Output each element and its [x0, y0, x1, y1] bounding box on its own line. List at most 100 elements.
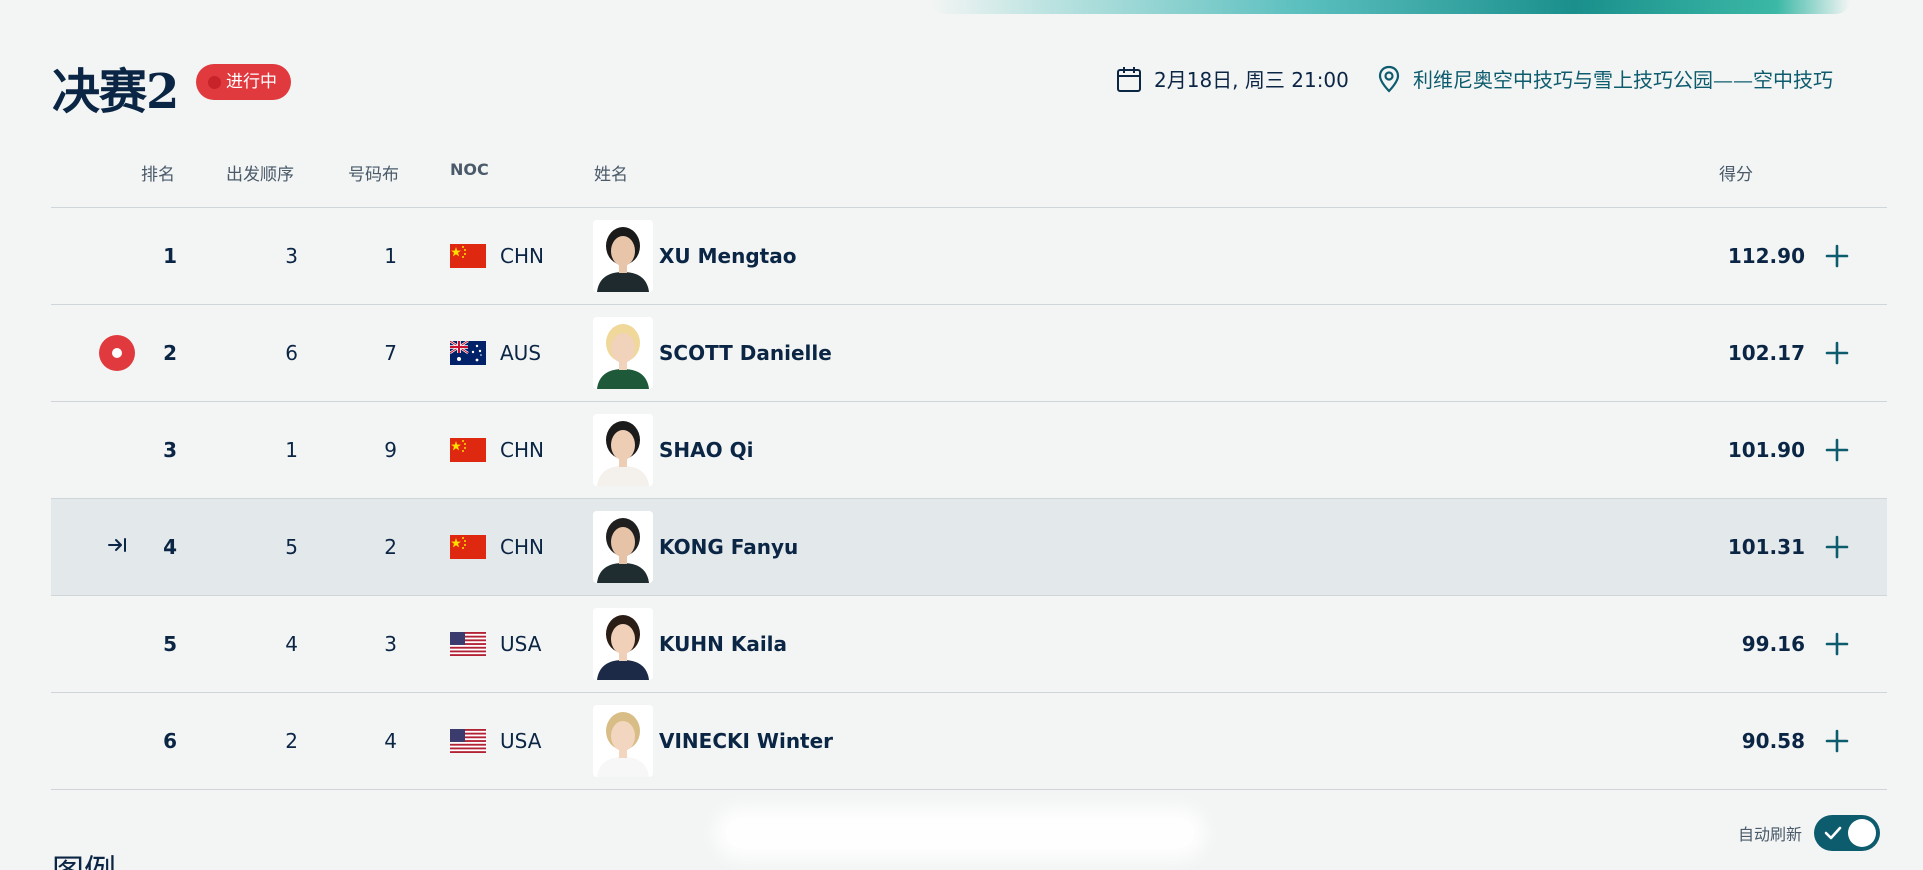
table-row[interactable]: 2 6 7 AUS SCOTT Danielle 102.17: [51, 305, 1887, 402]
china-flag-icon: [450, 244, 486, 268]
table-row[interactable]: 6 2 4 USA VINECKI Winter 90.58: [51, 693, 1887, 790]
rank-cell: 2: [163, 341, 177, 365]
column-header-name: 姓名: [594, 165, 628, 185]
expand-button[interactable]: [1813, 596, 1861, 692]
column-header-rank: 排名: [141, 165, 175, 185]
bib-cell: 3: [384, 632, 397, 656]
table-row[interactable]: 3 1 9 CHN SHAO Qi 101.90: [51, 402, 1887, 499]
noc-cell: CHN: [450, 402, 570, 498]
plus-icon: [1825, 729, 1849, 753]
status-badge: 进行中: [196, 64, 291, 100]
check-icon: [1824, 826, 1842, 840]
expand-button[interactable]: [1813, 402, 1861, 498]
page-title: 决赛2: [52, 64, 179, 120]
expand-button[interactable]: [1813, 693, 1861, 789]
column-header-bib: 号码布: [348, 165, 399, 185]
event-header: 决赛2 进行中 2月18日, 周三 21:00 利维尼奥空中技巧与雪上技巧公园—…: [52, 50, 1872, 120]
athlete-name[interactable]: SHAO Qi: [659, 438, 753, 462]
noc-cell: AUS: [450, 305, 570, 401]
expand-button[interactable]: [1813, 499, 1861, 595]
autorefresh-label: 自动刷新: [1738, 825, 1803, 844]
athlete-name[interactable]: KONG Fanyu: [659, 535, 798, 559]
autorefresh-toggle[interactable]: [1814, 815, 1881, 851]
rank-cell: 1: [163, 244, 177, 268]
event-venue[interactable]: 利维尼奥空中技巧与雪上技巧公园——空中技巧: [1377, 64, 1833, 93]
start-order-cell: 1: [285, 438, 298, 462]
australia-flag-icon: [450, 341, 486, 365]
top-banner-decoration: [930, 0, 1850, 14]
athlete-cell[interactable]: SHAO Qi: [593, 402, 1093, 498]
bib-cell: 4: [384, 729, 397, 753]
noc-code: CHN: [500, 535, 544, 559]
column-header-score: 得分: [1719, 165, 1753, 185]
start-order-cell: 2: [285, 729, 298, 753]
athlete-name[interactable]: XU Mengtao: [659, 244, 796, 268]
scroll-indicator: [725, 818, 1195, 848]
start-order-cell: 5: [285, 535, 298, 559]
athlete-name[interactable]: KUHN Kaila: [659, 632, 787, 656]
status-label: 进行中: [226, 72, 277, 92]
plus-icon: [1825, 535, 1849, 559]
athlete-cell[interactable]: VINECKI Winter: [593, 693, 1093, 789]
column-header-noc: NOC: [450, 160, 489, 179]
avatar: [593, 414, 653, 486]
usa-flag-icon: [450, 729, 486, 753]
start-order-cell: 4: [285, 632, 298, 656]
rank-cell: 5: [163, 632, 177, 656]
plus-icon: [1825, 244, 1849, 268]
datetime-text: 2月18日, 周三 21:00: [1154, 68, 1349, 92]
score-cell: 99.16: [1741, 632, 1805, 656]
plus-icon: [1825, 341, 1849, 365]
score-cell: 90.58: [1741, 729, 1805, 753]
avatar: [593, 511, 653, 583]
noc-code: USA: [500, 632, 542, 656]
avatar: [593, 705, 653, 777]
noc-code: USA: [500, 729, 542, 753]
athlete-cell[interactable]: KONG Fanyu: [593, 499, 1093, 595]
results-table-body: 1 3 1 CHN XU Mengtao 112.90 2 6 7 AUS SCOTT Daniel…: [51, 208, 1887, 790]
bib-cell: 7: [384, 341, 397, 365]
table-row[interactable]: 1 3 1 CHN XU Mengtao 112.90: [51, 208, 1887, 305]
bib-cell: 1: [384, 244, 397, 268]
score-cell: 112.90: [1727, 244, 1805, 268]
noc-code: CHN: [500, 438, 544, 462]
rank-cell: 3: [163, 438, 177, 462]
live-dot-icon: [208, 76, 221, 89]
china-flag-icon: [450, 535, 486, 559]
athlete-name[interactable]: VINECKI Winter: [659, 729, 833, 753]
calendar-icon: [1117, 66, 1141, 92]
table-row[interactable]: 4 5 2 CHN KONG Fanyu 101.31: [51, 499, 1887, 596]
score-cell: 101.31: [1727, 535, 1805, 559]
score-cell: 102.17: [1727, 341, 1805, 365]
athlete-cell[interactable]: KUHN Kaila: [593, 596, 1093, 692]
expand-button[interactable]: [1813, 208, 1861, 304]
location-pin-icon: [1378, 65, 1400, 93]
china-flag-icon: [450, 438, 486, 462]
score-cell: 101.90: [1727, 438, 1805, 462]
toggle-knob: [1848, 819, 1877, 847]
expand-button[interactable]: [1813, 305, 1861, 401]
athlete-cell[interactable]: XU Mengtao: [593, 208, 1093, 304]
usa-flag-icon: [450, 632, 486, 656]
athlete-cell[interactable]: SCOTT Danielle: [593, 305, 1093, 401]
plus-icon: [1825, 438, 1849, 462]
event-datetime: 2月18日, 周三 21:00: [1116, 64, 1349, 93]
rank-cell: 6: [163, 729, 177, 753]
venue-link[interactable]: 利维尼奥空中技巧与雪上技巧公园——空中技巧: [1413, 64, 1833, 93]
noc-cell: CHN: [450, 208, 570, 304]
column-header-start-order: 出发顺序: [226, 165, 294, 185]
table-row[interactable]: 5 4 3 USA KUHN Kaila 99.16: [51, 596, 1887, 693]
start-order-cell: 6: [285, 341, 298, 365]
noc-cell: CHN: [450, 499, 570, 595]
bib-cell: 2: [384, 535, 397, 559]
bib-cell: 9: [384, 438, 397, 462]
results-table-header: 排名 出发顺序 号码布 NOC 姓名 得分: [51, 150, 1887, 208]
start-order-cell: 3: [285, 244, 298, 268]
athlete-name[interactable]: SCOTT Danielle: [659, 341, 832, 365]
noc-cell: USA: [450, 596, 570, 692]
avatar: [593, 608, 653, 680]
avatar: [593, 220, 653, 292]
noc-cell: USA: [450, 693, 570, 789]
plus-icon: [1825, 632, 1849, 656]
rank-cell: 4: [163, 535, 177, 559]
